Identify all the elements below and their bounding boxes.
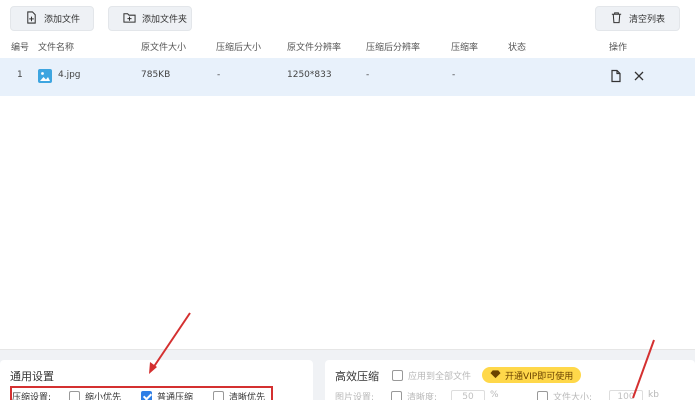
apply-all-label: 应用到全部文件	[408, 372, 472, 382]
image-file-icon	[38, 69, 52, 83]
clarity-first-label: 清晰优先	[229, 393, 266, 400]
table-header: 编号 文件名称 原文件大小 压缩后大小 原文件分辨率 压缩后分辨率 压缩率 状态…	[0, 38, 695, 58]
remove-file-icon[interactable]	[632, 69, 646, 83]
clarity-input[interactable]: 50	[451, 390, 485, 400]
col-comp-size: 压缩后大小	[216, 43, 262, 53]
table-row[interactable]: 1 4.jpg 785KB - 1250*833 - -	[0, 58, 695, 96]
efficient-compress-title: 高效压缩	[335, 370, 379, 383]
col-ratio: 压缩率	[451, 43, 479, 53]
option-normal-compress[interactable]: 普通压缩	[141, 390, 193, 400]
diamond-icon	[490, 369, 501, 382]
row-comp-size: -	[217, 70, 221, 80]
filesize-unit: kb	[648, 390, 659, 400]
col-actions: 操作	[609, 43, 628, 53]
clear-list-label: 清空列表	[629, 15, 666, 25]
col-status: 状态	[508, 43, 527, 53]
row-comp-res: -	[366, 70, 370, 80]
col-orig-size: 原文件大小	[141, 43, 187, 53]
efficient-compress-panel: 高效压缩 应用到全部文件 开通VIP即可使用 图片设置: 清晰度: 50 % 文…	[325, 360, 695, 400]
clear-list-button[interactable]: 清空列表	[595, 6, 680, 31]
apply-all-checkbox[interactable]	[392, 370, 403, 381]
add-file-icon	[25, 10, 38, 27]
open-file-icon[interactable]	[609, 69, 623, 83]
option-clarity-first[interactable]: 清晰优先	[213, 390, 265, 400]
clarity-unit: %	[490, 390, 499, 400]
row-orig-size: 785KB	[141, 70, 171, 80]
shrink-first-checkbox[interactable]	[69, 391, 80, 400]
add-folder-button[interactable]: 添加文件夹	[108, 6, 192, 31]
normal-compress-checkbox[interactable]	[141, 391, 152, 400]
filesize-input[interactable]: 100	[609, 390, 643, 400]
col-comp-res: 压缩后分辨率	[366, 43, 421, 53]
filesize-option[interactable]: 文件大小:	[537, 390, 592, 400]
clarity-option[interactable]: 清晰度:	[391, 390, 437, 400]
clarity-checkbox[interactable]	[391, 391, 402, 400]
option-shrink-first[interactable]: 缩小优先	[69, 390, 121, 400]
image-settings-label: 图片设置:	[335, 393, 375, 400]
clarity-label: 清晰度:	[407, 393, 438, 400]
vip-badge[interactable]: 开通VIP即可使用	[482, 367, 582, 383]
vip-label: 开通VIP即可使用	[505, 371, 574, 382]
general-settings-panel: 通用设置 压缩设置: 缩小优先 普通压缩 清晰优先	[0, 360, 313, 400]
col-index: 编号	[11, 43, 30, 53]
filesize-checkbox[interactable]	[537, 391, 548, 400]
trash-icon	[610, 11, 623, 27]
file-list: 1 4.jpg 785KB - 1250*833 - -	[0, 58, 695, 350]
shrink-first-label: 缩小优先	[85, 393, 122, 400]
row-file-name: 4.jpg	[58, 70, 81, 80]
row-index: 1	[17, 70, 23, 80]
normal-compress-label: 普通压缩	[157, 393, 194, 400]
filesize-label: 文件大小:	[553, 393, 593, 400]
toolbar: 添加文件 添加文件夹 清空列表	[0, 0, 695, 38]
row-orig-res: 1250*833	[287, 70, 332, 80]
general-settings-title: 通用设置	[10, 370, 54, 383]
apply-all-option[interactable]: 应用到全部文件	[392, 369, 471, 382]
add-folder-label: 添加文件夹	[142, 15, 188, 25]
col-name: 文件名称	[38, 43, 75, 53]
row-ratio: -	[452, 70, 456, 80]
col-orig-res: 原文件分辨率	[287, 43, 342, 53]
clarity-first-checkbox[interactable]	[213, 391, 224, 400]
add-file-button[interactable]: 添加文件	[10, 6, 94, 31]
compress-setting-label: 压缩设置:	[12, 393, 52, 400]
add-folder-icon	[123, 11, 136, 27]
add-file-label: 添加文件	[44, 15, 81, 25]
